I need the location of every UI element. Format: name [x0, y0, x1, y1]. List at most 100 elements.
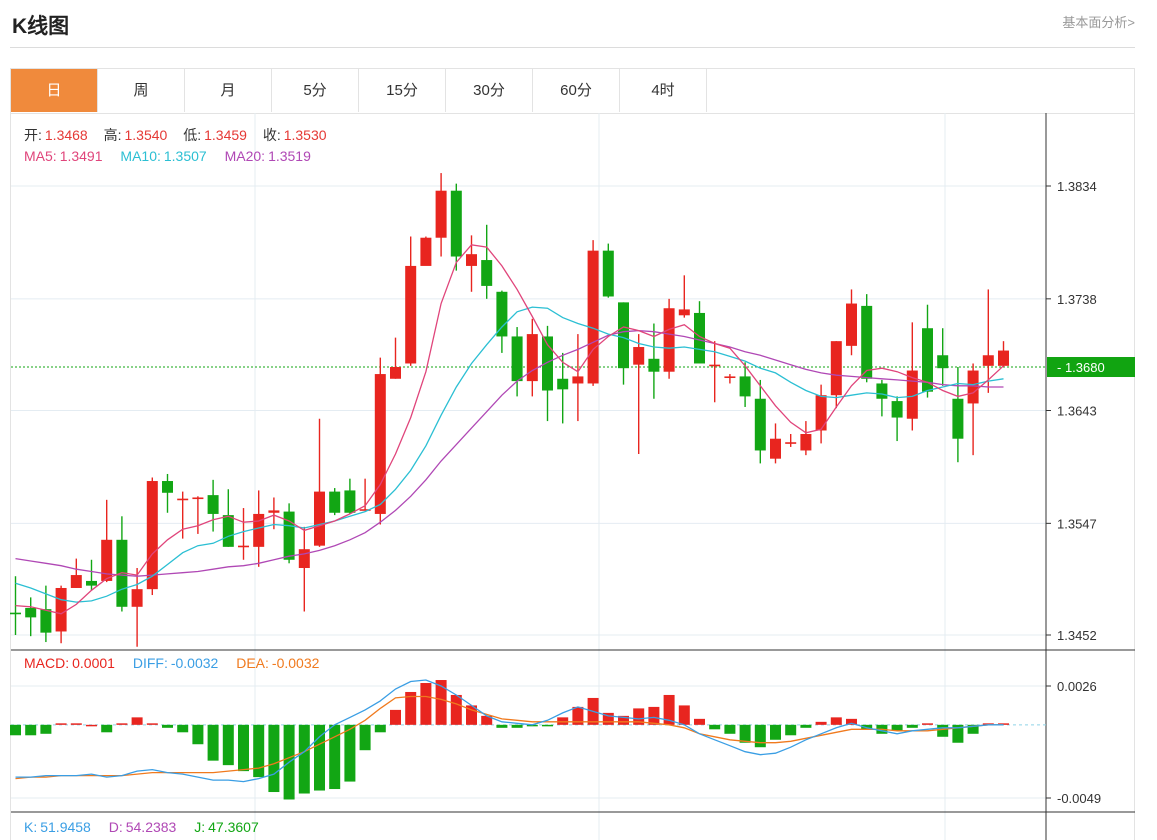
k-value: 51.9458 — [40, 819, 91, 835]
macd-bar — [922, 723, 933, 725]
macd-bar — [724, 724, 736, 734]
macd-bar — [420, 683, 432, 725]
ma10-value: 1.3507 — [163, 148, 207, 164]
macd-bar — [359, 724, 371, 751]
dea-line — [15, 695, 1004, 780]
candle-body — [314, 491, 325, 546]
macd-bar — [800, 724, 812, 728]
macd-bar — [648, 706, 660, 725]
candle-body — [678, 309, 690, 316]
macd-bar — [314, 724, 325, 791]
macd-bar — [146, 723, 158, 725]
macd-label: MACD: — [24, 655, 70, 671]
k-label: K: — [24, 819, 38, 835]
macd-bar — [678, 705, 690, 725]
candle-body — [70, 575, 82, 588]
macd-bar — [253, 724, 265, 778]
candle-body — [390, 367, 401, 379]
low-label: 低: — [183, 127, 202, 143]
candle-body — [466, 254, 477, 266]
ohlc-readout: 开: 1.3468 高: 1.3540 低: 1.3459 收: 1.3530 — [24, 125, 330, 145]
high-label: 高: — [103, 127, 122, 143]
macd-bar — [10, 724, 21, 736]
candle-body — [207, 495, 219, 514]
candle-body — [557, 378, 569, 390]
macd-bar — [207, 724, 219, 761]
candle-body — [162, 481, 173, 493]
macd-bar — [906, 724, 918, 728]
close-value: 1.3530 — [283, 127, 327, 143]
ma-readout: MA5: 1.3491 MA10: 1.3507 MA20: 1.3519 — [24, 148, 314, 164]
macd-value: 0.0001 — [72, 655, 115, 671]
candle-body — [861, 305, 873, 379]
candle-body — [329, 491, 341, 513]
candle-body — [511, 336, 523, 382]
high-value: 1.3540 — [124, 127, 168, 143]
candle-body — [238, 545, 249, 548]
macd-readout: MACD: 0.0001 DIFF: -0.0032 DEA: -0.0032 — [24, 655, 322, 671]
macd-bar — [785, 724, 797, 736]
ma10-label: MA10: — [120, 148, 161, 164]
candle-body — [982, 355, 994, 366]
candle-body — [739, 376, 751, 397]
diff-line — [15, 679, 1004, 783]
macd-bar — [542, 724, 553, 727]
candle-body — [952, 398, 964, 439]
price-tick-label: 1.3452 — [1057, 628, 1097, 643]
ma10-line — [15, 306, 1004, 603]
candle-body — [177, 498, 189, 501]
price-tick-label: 1.3547 — [1057, 516, 1097, 531]
candle-body — [222, 515, 234, 547]
candle-body — [481, 260, 493, 286]
macd-bar — [55, 723, 67, 725]
macd-bar — [830, 717, 842, 725]
macd-bar — [222, 724, 234, 766]
candle-body — [633, 347, 645, 365]
diff-value: -0.0032 — [170, 655, 219, 671]
candle-body — [937, 355, 949, 369]
price-tick-label: 1.3738 — [1057, 292, 1097, 307]
macd-bar — [25, 724, 37, 736]
candle-body — [192, 497, 204, 500]
candle-body — [648, 358, 660, 372]
candle-body — [815, 395, 827, 431]
d-label: D: — [108, 819, 123, 835]
macd-bar — [937, 724, 949, 737]
macd-tick-label: 0.0026 — [1057, 679, 1097, 694]
dea-label: DEA: — [236, 655, 269, 671]
open-label: 开: — [24, 127, 42, 143]
candle-body — [268, 510, 280, 513]
macd-bar — [709, 724, 721, 730]
j-value: 47.3607 — [208, 819, 259, 835]
candle-body — [754, 398, 766, 451]
candle-body — [131, 589, 143, 607]
ma20-label: MA20: — [224, 148, 266, 164]
candle-body — [967, 370, 979, 404]
candle-body — [40, 609, 52, 633]
macd-bar — [162, 724, 173, 728]
candle-body — [876, 383, 888, 399]
macd-bar — [40, 724, 52, 734]
price-tick-label: 1.3834 — [1057, 179, 1097, 194]
candle-body — [998, 350, 1009, 366]
candle-body — [25, 607, 37, 618]
candle-body — [55, 587, 67, 632]
macd-bar — [238, 724, 249, 772]
ma5-value: 1.3491 — [59, 148, 103, 164]
macd-bar — [298, 724, 310, 794]
candle-body — [800, 434, 812, 451]
macd-bar — [557, 717, 569, 725]
macd-bar — [754, 724, 766, 748]
macd-bar — [815, 721, 827, 725]
candle-body — [10, 612, 21, 615]
macd-bar — [177, 724, 189, 733]
candle-body — [420, 237, 432, 266]
candle-body — [572, 376, 584, 384]
candle-body — [785, 442, 797, 444]
macd-bar — [374, 724, 386, 733]
macd-bar — [770, 724, 781, 740]
close-label: 收: — [262, 127, 281, 143]
macd-bar — [344, 724, 356, 782]
macd-tick-label: -0.0049 — [1057, 791, 1101, 806]
ma5-label: MA5: — [24, 148, 57, 164]
